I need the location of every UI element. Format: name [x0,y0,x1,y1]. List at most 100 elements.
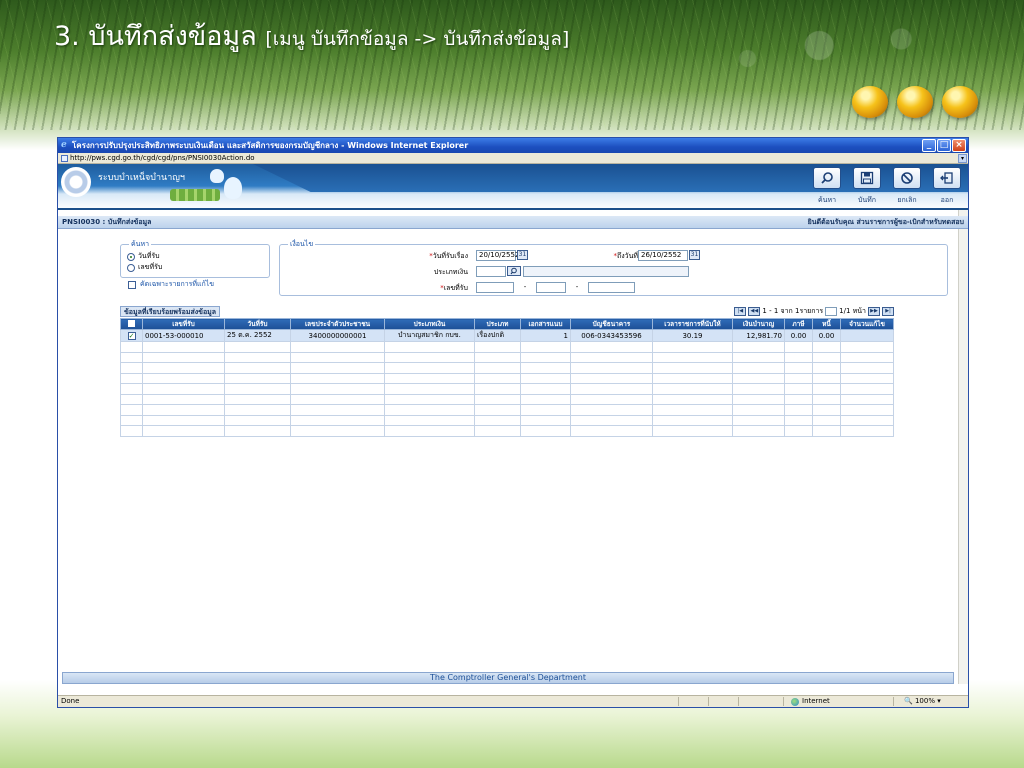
row-checkbox-cell[interactable]: ✓ [120,329,143,342]
empty-cell [384,414,475,426]
cell-pension: 12,981.70 [732,329,785,342]
date-from-input[interactable]: 20/10/2552 [476,250,519,261]
empty-cell [652,425,733,437]
select-all-header[interactable] [120,318,143,330]
table-row-empty [120,404,894,416]
receipt-no-part3-input[interactable] [588,282,635,293]
column-header: หนี้ [812,318,841,330]
conditions-legend: เงื่อนไข [288,239,316,250]
radio-unselected-icon[interactable] [127,263,135,272]
select-all-checkbox[interactable] [128,319,135,327]
receipt-no-label: *เลขที่รับ [440,284,468,292]
column-header: เลขประจำตัวประชาชน [290,318,385,330]
table-row-empty [120,351,894,363]
empty-cell [840,351,894,363]
radio-receipt-number[interactable]: เลขที่รับ [127,262,162,273]
empty-cell [732,341,785,353]
empty-cell [784,383,813,395]
empty-cell [224,362,291,374]
search-icon [813,167,841,189]
empty-cell [142,393,225,405]
column-header: วันที่รับ [224,318,291,330]
empty-cell [570,372,653,384]
first-page-icon[interactable]: |◀ [734,307,747,316]
next-page-icon[interactable]: ▶▶ [868,307,880,316]
lookup-icon[interactable] [507,266,521,276]
last-page-icon[interactable]: ▶| [882,307,894,316]
empty-cell [142,351,225,363]
empty-cell [732,362,785,374]
table-row[interactable]: ✓ 0001-53-000010 25 ต.ค. 2552 3400000000… [120,329,894,342]
address-bar[interactable]: http://pws.cgd.go.th/cgd/cgd/pns/PNSI003… [58,153,968,164]
page-header: PNSI0030 : บันทึกส่งข้อมูล ยินดีต้อนรับค… [58,216,968,229]
empty-cell [224,425,291,437]
zoom-level[interactable]: 🔍 100% ▾ [904,696,941,707]
submission-table: เลขที่รับ วันที่รับ เลขประจำตัวประชาชน ป… [120,318,894,437]
empty-cell [520,383,571,395]
money-type-label: ประเภทเงิน [433,268,468,276]
empty-cell [224,414,291,426]
radio-selected-icon[interactable] [127,252,135,261]
page-number-input[interactable] [825,307,838,316]
app-banner: ระบบบำเหน็จบำนาญฯ ค้นหา บันทึก ยกเลิก ออ… [58,164,968,210]
zone-label: Internet [802,697,830,705]
column-header: ประเภทเงิน [384,318,475,330]
floppy-disk-icon [853,167,881,189]
ie-logo-icon: ℯ [61,140,67,150]
receipt-no-part2-input[interactable] [536,282,566,293]
slide-title-sub: [เมนู บันทึกข้อมูล -> บันทึกส่งข้อมูล] [265,28,570,50]
maximize-icon[interactable]: □ [937,139,951,152]
window-title: โครงการปรับปรุงประสิทธิภาพระบบเงินเดือน … [72,141,469,150]
column-header: ภาษี [784,318,813,330]
security-zone: Internet [791,696,830,707]
radio-receive-date[interactable]: วันที่รับ [127,251,160,262]
empty-cell [840,341,894,353]
empty-cell [474,341,521,353]
empty-cell [652,393,733,405]
money-icon [170,189,220,201]
empty-cell [142,404,225,416]
checkbox-icon[interactable] [128,280,136,289]
empty-cell [474,425,521,437]
filter-edited-checkbox[interactable]: คัดเฉพาะรายการที่แก้ไข [128,279,214,290]
cell-bank-account: 006-0343453596 [570,329,653,342]
receipt-no-part1-input[interactable] [476,282,514,293]
empty-cell [120,425,143,437]
minimize-icon[interactable]: _ [922,139,936,152]
status-done: Done [61,697,80,705]
app-footer: The Comptroller General's Department [62,672,954,684]
scroll-up-icon[interactable]: ▾ [958,154,967,163]
status-divider [738,697,739,706]
dash-separator: - [523,283,527,291]
close-icon[interactable]: × [952,139,966,152]
column-header: เงินบำนาญ [732,318,785,330]
status-divider [893,697,894,706]
empty-cell [652,341,733,353]
empty-cell [570,351,653,363]
calendar-icon[interactable]: 31 [517,250,528,260]
cancel-button[interactable]: ยกเลิก [890,167,924,206]
search-button[interactable]: ค้นหา [810,167,844,206]
empty-cell [652,383,733,395]
empty-cell [570,341,653,353]
save-button[interactable]: บันทึก [850,167,884,206]
empty-cell [120,414,143,426]
empty-cell [142,414,225,426]
calendar-icon[interactable]: 31 [689,250,700,260]
empty-cell [840,372,894,384]
empty-cell [840,362,894,374]
exit-button[interactable]: ออก [930,167,964,206]
empty-cell [520,341,571,353]
person-icon [210,169,224,183]
money-type-code-input[interactable] [476,266,506,277]
row-checkbox[interactable]: ✓ [127,331,136,340]
vertical-scrollbar[interactable] [958,164,968,684]
prev-page-icon[interactable]: ◀◀ [748,307,761,316]
date-to-input[interactable]: 26/10/2552 [638,250,688,261]
gold-ball-icon [942,86,978,118]
date-to-label: *ถึงวันที่ [613,252,639,260]
status-divider [783,697,784,706]
status-divider [708,697,709,706]
empty-cell [120,351,143,363]
empty-cell [784,414,813,426]
